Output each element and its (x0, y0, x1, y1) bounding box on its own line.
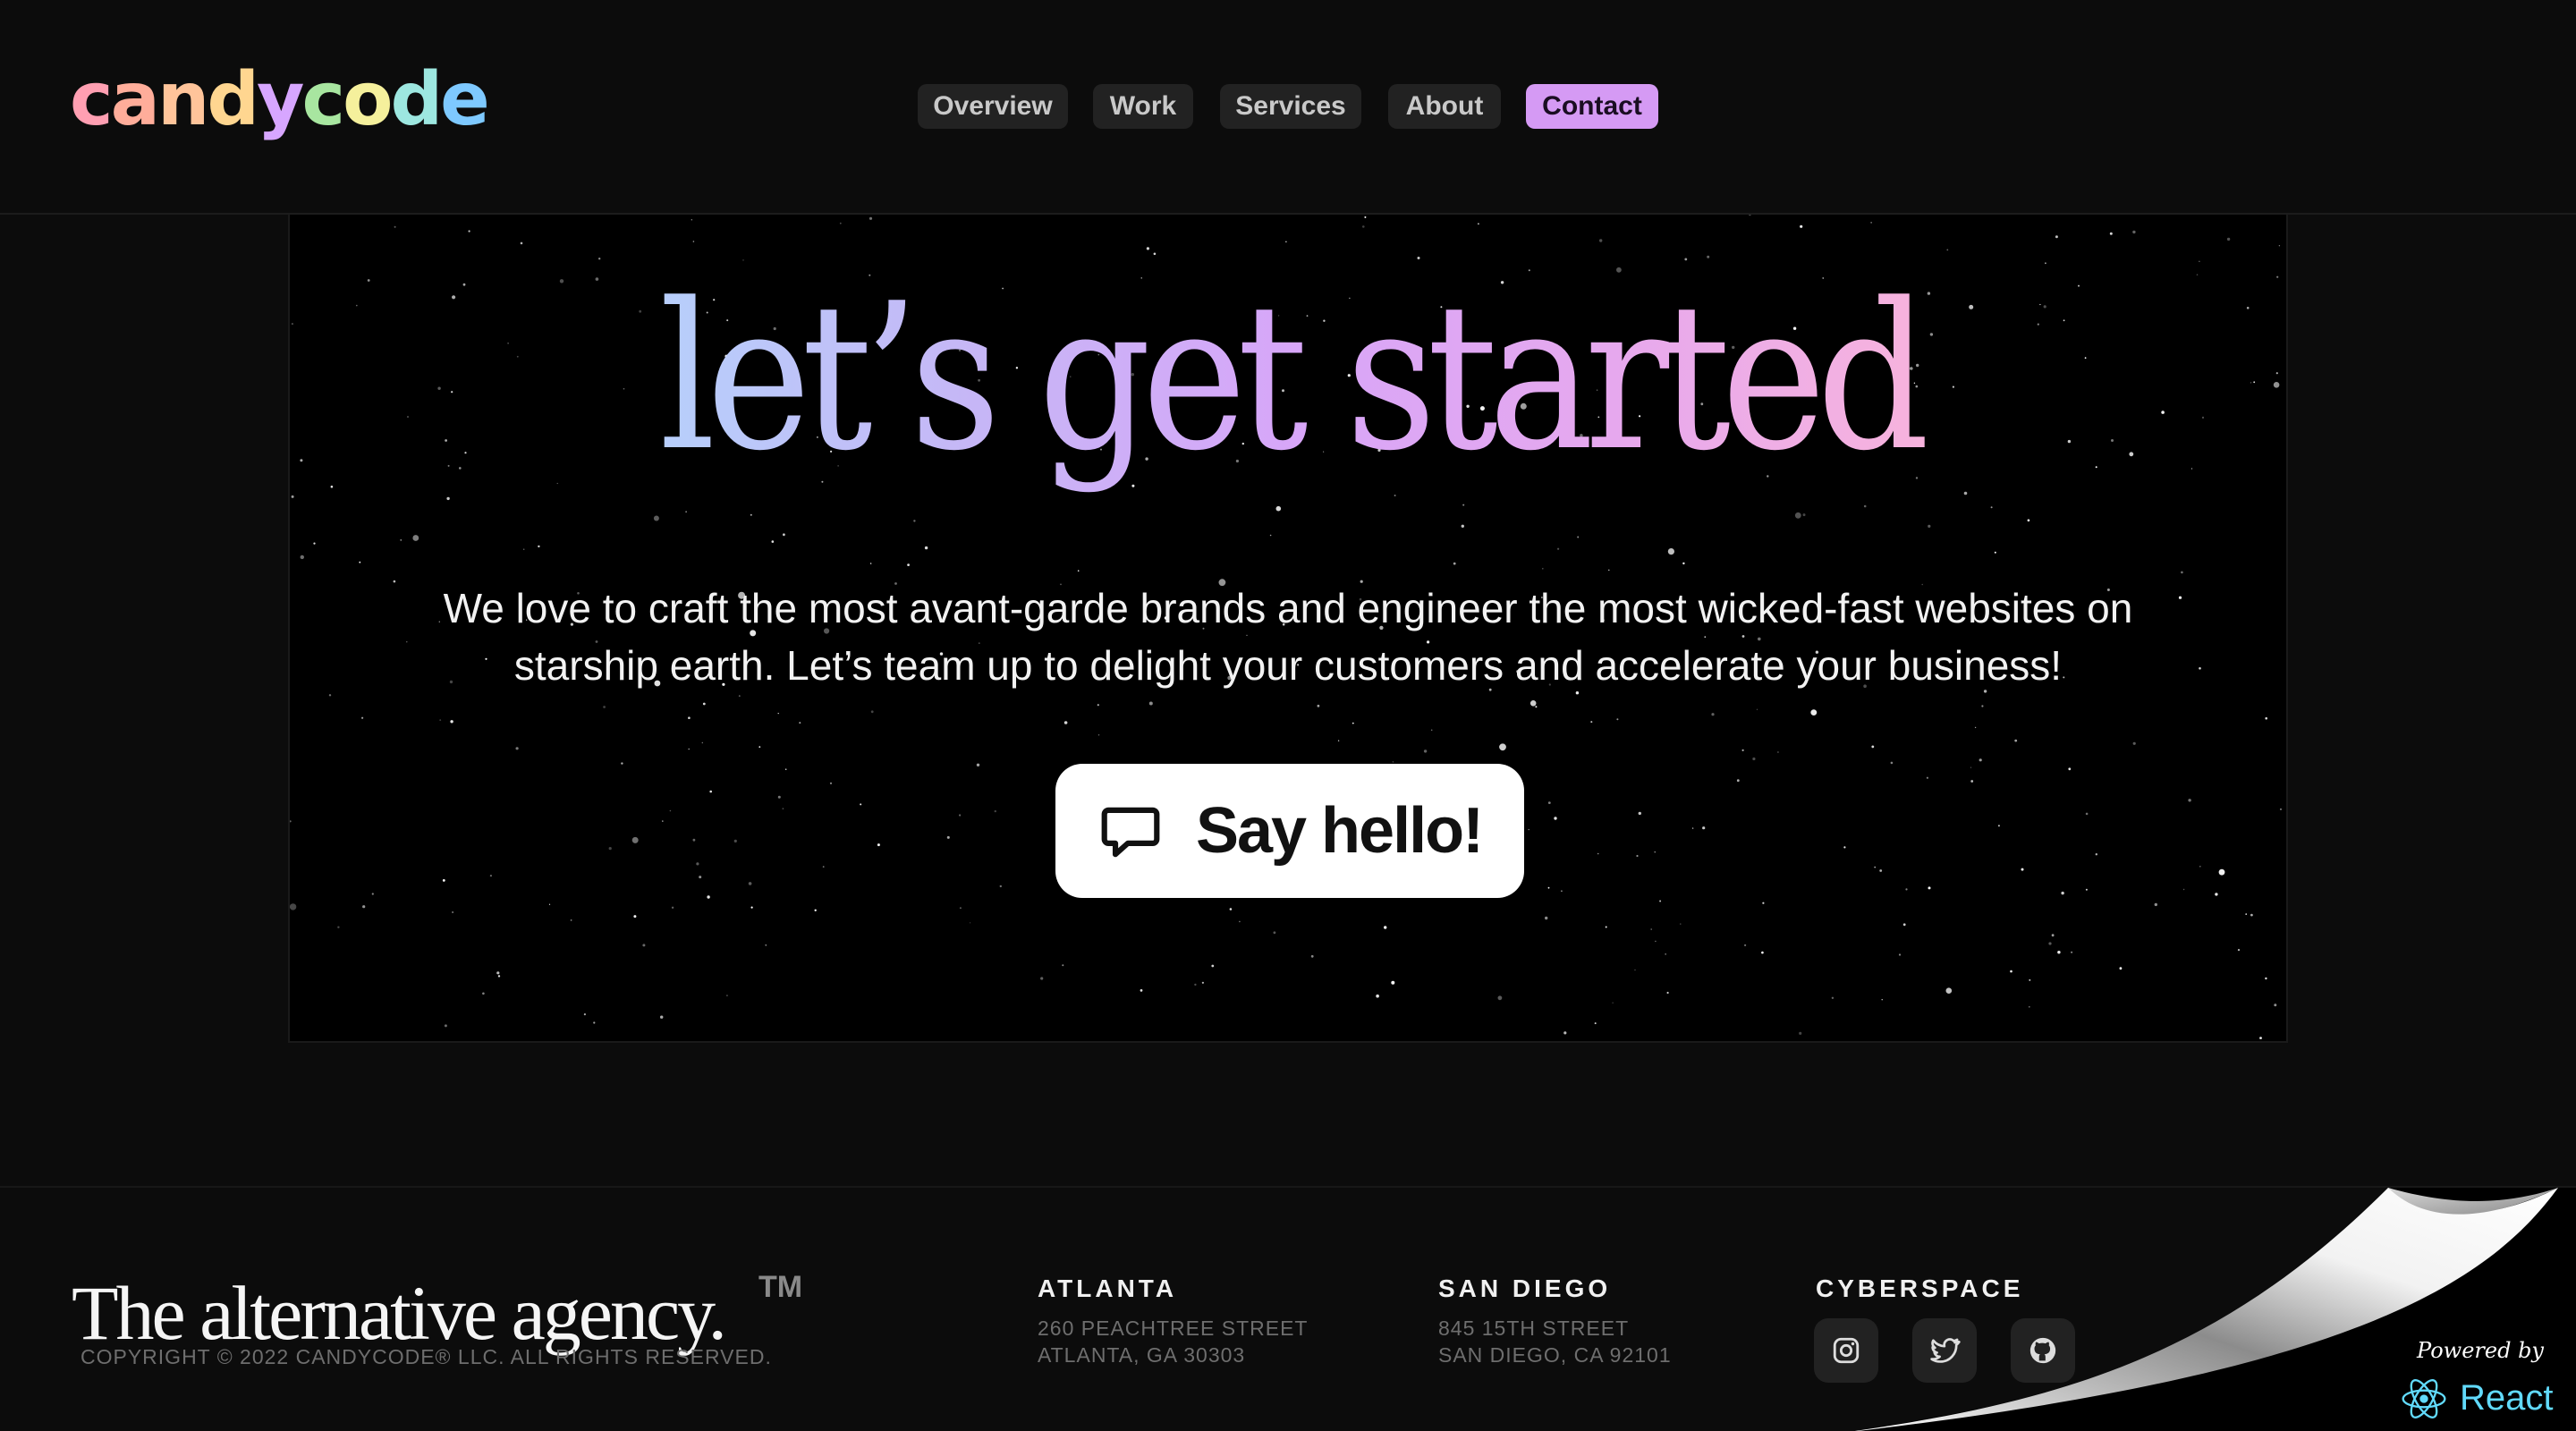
chat-bubble-icon (1101, 807, 1160, 858)
copyright-text: COPYRIGHT © 2022 CANDYCODE® LLC. ALL RIG… (80, 1345, 772, 1368)
hero-headline: let’s get started (659, 286, 1936, 495)
hero-headline-text: let’s get started (659, 286, 1926, 495)
trademark-mark: TM (758, 1270, 803, 1304)
react-badge: React (2399, 1374, 2569, 1424)
office-street: 845 15TH STREET (1438, 1317, 1630, 1340)
site-footer: The alternative agency. TM COPYRIGHT © 2… (0, 1186, 2576, 1431)
office-atlanta: ATLANTA 260 PEACHTREE STREET ATLANTA, GA… (1038, 1274, 1308, 1368)
hero-tagline-line1: We love to craft the most avant-garde br… (443, 585, 2133, 631)
nav-overview[interactable]: Overview (918, 84, 1068, 129)
powered-by-react[interactable]: Powered by React (2379, 1338, 2558, 1418)
say-hello-button[interactable]: Say hello! (1055, 764, 1524, 898)
nav-about[interactable]: About (1388, 84, 1501, 129)
react-icon (2402, 1379, 2446, 1418)
hero-tagline: We love to craft the most avant-garde br… (290, 580, 2286, 694)
office-title: ATLANTA (1038, 1274, 1178, 1302)
nav-work[interactable]: Work (1093, 84, 1193, 129)
office-san-diego: SAN DIEGO 845 15TH STREET SAN DIEGO, CA … (1438, 1274, 1672, 1368)
react-label: React (2460, 1378, 2554, 1418)
office-street: 260 PEACHTREE STREET (1038, 1317, 1309, 1340)
hero-tagline-line2: starship earth. Let’s team up to delight… (513, 642, 2063, 689)
office-city: ATLANTA, GA 30303 (1038, 1343, 1246, 1367)
site-header: candycode Overview Work Services About C… (0, 0, 2576, 215)
hero-section: let’s get started We love to craft the m… (288, 215, 2288, 1043)
agency-tagline: The alternative agency. (72, 1270, 727, 1356)
say-hello-label: Say hello! (1195, 795, 1484, 867)
powered-by-label: Powered by (2417, 1338, 2544, 1363)
office-city: SAN DIEGO, CA 92101 (1438, 1343, 1672, 1367)
office-title: SAN DIEGO (1438, 1274, 1612, 1302)
main-nav: Overview Work Services About Contact (0, 84, 2576, 129)
nav-services[interactable]: Services (1220, 84, 1361, 129)
nav-contact[interactable]: Contact (1526, 84, 1658, 129)
